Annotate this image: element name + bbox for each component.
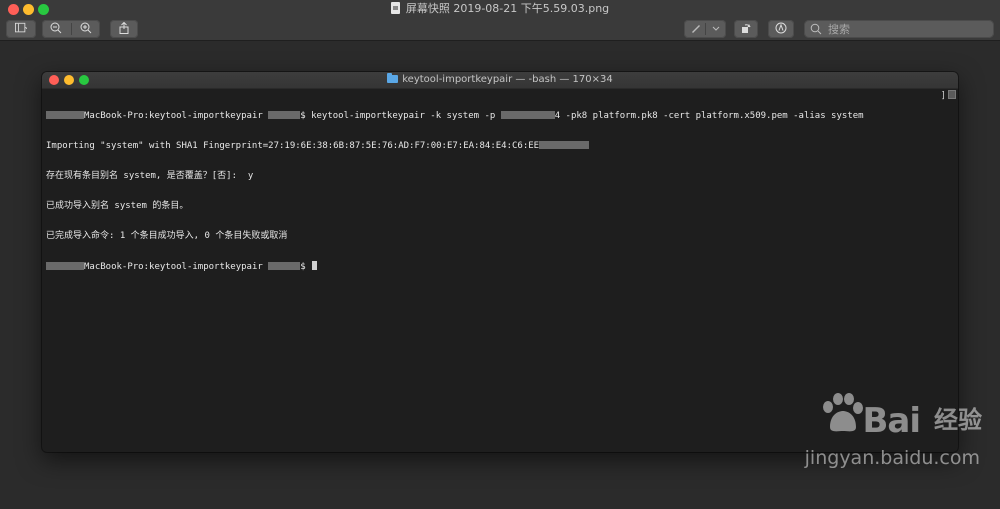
terminal-line: 已完成导入命令: 1 个条目成功导入, 0 个条目失败或取消	[46, 231, 288, 241]
search-input[interactable]	[826, 20, 990, 40]
baidu-paw-icon	[823, 393, 863, 432]
chevron-down-icon	[712, 26, 720, 31]
sidebar-icon	[15, 22, 29, 33]
rotate-icon	[742, 24, 751, 33]
pen-button[interactable]	[690, 20, 702, 38]
terminal-text: $	[300, 262, 312, 272]
markup-toolbar-button[interactable]	[768, 20, 794, 38]
share-button[interactable]	[110, 20, 138, 38]
terminal-text: $ keytool-importkeypair -k system -p	[300, 111, 501, 121]
preview-toolbar	[0, 18, 1000, 41]
terminal-line: 存在现有条目别名 system, 是否覆盖？[否]: y	[46, 171, 254, 181]
pen-icon	[692, 25, 700, 33]
watermark: Bai 经验 jingyan.baidu.com	[742, 393, 982, 487]
terminal-title-text: keytool-importkeypair — -bash — 170×34	[402, 74, 613, 85]
markup-group	[684, 20, 726, 38]
zoom-in-icon	[80, 22, 92, 34]
terminal-line: 已成功导入别名 system 的条目。	[46, 201, 189, 211]
terminal-cursor	[312, 261, 318, 270]
watermark-url: jingyan.baidu.com	[804, 447, 980, 469]
search-icon	[810, 23, 822, 35]
zoom-in-button[interactable]	[80, 20, 92, 38]
terminal-text: MacBook-Pro:keytool-importkeypair	[84, 262, 269, 272]
terminal-titlebar: keytool-importkeypair — -bash — 170×34	[42, 72, 958, 89]
share-icon	[119, 21, 129, 34]
rotate-button[interactable]	[734, 20, 758, 38]
zoom-out-button[interactable]	[50, 20, 62, 38]
terminal-text: MacBook-Pro:keytool-importkeypair	[84, 111, 269, 121]
window-title-text: 屏幕快照 2019-08-21 下午5.59.03.png	[405, 2, 610, 15]
preview-titlebar: 屏幕快照 2019-08-21 下午5.59.03.png	[0, 0, 1000, 19]
redacted-text	[539, 141, 590, 149]
redacted-text	[500, 111, 555, 119]
folder-icon	[387, 73, 399, 83]
terminal-title: keytool-importkeypair — -bash — 170×34	[42, 73, 958, 87]
sidebar-toggle-button[interactable]	[6, 20, 36, 38]
document-icon	[390, 2, 400, 14]
window-title: 屏幕快照 2019-08-21 下午5.59.03.png	[0, 2, 1000, 16]
scrollbar[interactable]	[948, 90, 956, 99]
terminal-line: Importing "system" with SHA1 Fingerprint…	[46, 141, 948, 151]
redacted-text	[268, 111, 301, 119]
redacted-text	[268, 262, 301, 270]
zoom-out-icon	[50, 22, 62, 34]
watermark-brand-suffix: 经验	[934, 406, 982, 434]
scroll-marker: ]	[940, 91, 946, 101]
search-field[interactable]	[804, 20, 994, 40]
terminal-line: MacBook-Pro:keytool-importkeypair $ keyt…	[46, 111, 948, 121]
terminal-line: MacBook-Pro:keytool-importkeypair $	[46, 261, 948, 272]
watermark-brand: Bai	[862, 401, 921, 441]
markup-icon	[775, 22, 787, 34]
redacted-text	[46, 262, 84, 270]
terminal-text: Importing "system" with SHA1 Fingerprint…	[46, 141, 540, 151]
terminal-text: 4 -pk8 platform.pk8 -cert platform.x509.…	[554, 111, 864, 121]
redacted-text	[46, 111, 84, 119]
zoom-group	[42, 20, 100, 38]
pen-menu-button[interactable]	[710, 20, 722, 38]
